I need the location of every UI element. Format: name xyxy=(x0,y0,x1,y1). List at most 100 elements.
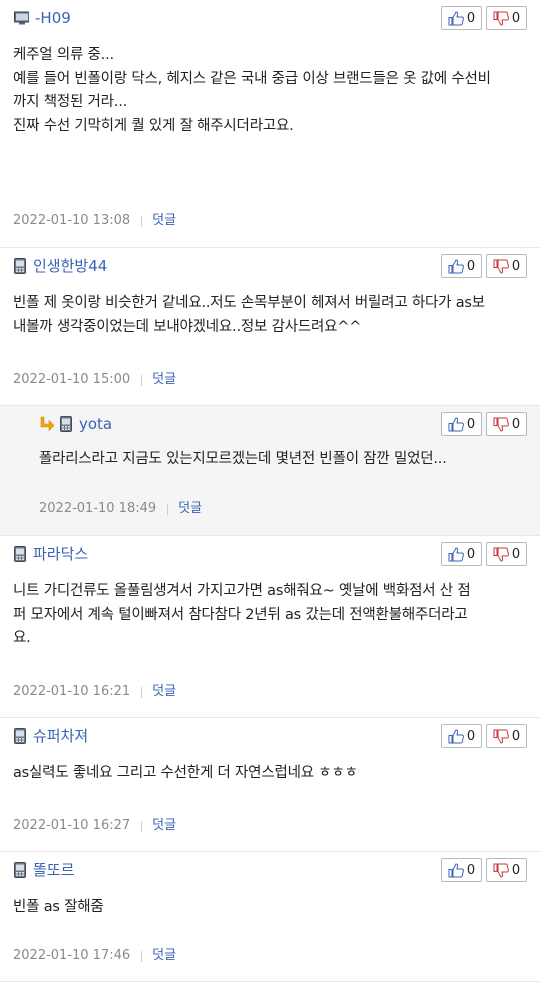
comment-header: 슈퍼차져 xyxy=(13,726,88,746)
comment-date: 2022-01-10 16:27 xyxy=(13,818,131,833)
downvote-count: 0 xyxy=(511,10,521,26)
comment-date: 2022-01-10 17:46 xyxy=(13,948,131,963)
divider xyxy=(141,374,143,386)
thumbs-down-icon xyxy=(493,259,509,274)
comment-meta: 2022-01-10 18:49 덧글 xyxy=(39,501,202,517)
reply-arrow-icon xyxy=(40,416,55,432)
thumbs-down-icon xyxy=(493,547,509,562)
comment-body: 빈폴 as 잘해줌 xyxy=(13,896,528,920)
downvote-count: 0 xyxy=(511,862,521,878)
comment-header: 인생한방44 xyxy=(13,256,107,276)
upvote-button[interactable]: 0 xyxy=(441,254,482,278)
upvote-count: 0 xyxy=(466,862,476,878)
comment-header: -H09 xyxy=(13,8,71,28)
reply-link[interactable]: 덧글 xyxy=(152,818,176,834)
upvote-button[interactable]: 0 xyxy=(441,858,482,882)
comment-body: 니트 가디건류도 올풀림생겨서 가지고가면 as해줘요~ 옛날에 백화점서 산 … xyxy=(13,580,528,651)
downvote-count: 0 xyxy=(511,546,521,562)
upvote-count: 0 xyxy=(466,728,476,744)
comment-body: as실력도 좋네요 그리고 수선한게 더 자연스럽네요 ㅎㅎㅎ xyxy=(13,762,528,786)
comment-line: 빈폴 as 잘해줌 xyxy=(13,899,104,915)
thumbs-up-icon xyxy=(448,546,464,561)
upvote-button[interactable]: 0 xyxy=(441,724,482,748)
comment-line: 니트 가디건류도 올풀림생겨서 가지고가면 as해줘요~ 옛날에 백화점서 산 … xyxy=(13,583,471,599)
downvote-button[interactable]: 0 xyxy=(486,858,527,882)
comment-line: 빈폴 제 옷이랑 비슷한거 같네요..저도 손목부분이 헤져서 버릴려고 하다가… xyxy=(13,295,485,311)
thumbs-down-icon xyxy=(493,417,509,432)
mobile-phone-icon xyxy=(14,258,26,274)
divider xyxy=(141,686,143,698)
comment-item: -H09 0 0 케주얼 의류 중... 예를 들어 빈폴이랑 닥스, 헤지스 … xyxy=(0,0,540,248)
comment-line: 폴라리스라고 지금도 있는지모르겠는데 몇년전 빈폴이 잠깐 밀었던... xyxy=(39,451,447,467)
divider xyxy=(167,503,169,515)
desktop-icon xyxy=(14,11,29,25)
comment-author[interactable]: yota xyxy=(79,414,112,434)
upvote-count: 0 xyxy=(466,10,476,26)
comment-author[interactable]: 슈퍼차져 xyxy=(33,726,88,746)
comment-line: 케주얼 의류 중... xyxy=(13,47,114,63)
reply-link[interactable]: 덧글 xyxy=(152,213,176,229)
upvote-count: 0 xyxy=(466,258,476,274)
upvote-button[interactable]: 0 xyxy=(441,412,482,436)
vote-group: 00 xyxy=(441,724,527,748)
comment-author[interactable]: 파라닥스 xyxy=(33,544,88,564)
comment-body: 케주얼 의류 중... 예를 들어 빈폴이랑 닥스, 헤지스 같은 국내 중급 … xyxy=(13,44,528,138)
vote-group: 00 xyxy=(441,412,527,436)
thumbs-down-icon xyxy=(493,11,509,26)
thumbs-up-icon xyxy=(448,416,464,431)
comment-header: yota xyxy=(39,414,112,434)
comment-meta: 2022-01-10 16:21 덧글 xyxy=(13,684,176,700)
downvote-count: 0 xyxy=(511,416,521,432)
vote-group: 00 xyxy=(441,858,527,882)
comment-line: 내볼까 생각중이었는데 보내야겠네요..정보 감사드려요^^ xyxy=(13,318,362,335)
comment-item: 인생한방44 0 0 빈폴 제 옷이랑 비슷한거 같네요..저도 손목부분이 헤져서 … xyxy=(0,248,540,406)
downvote-button[interactable]: 0 xyxy=(486,542,527,566)
downvote-count: 0 xyxy=(511,258,521,274)
comment-meta: 2022-01-10 13:08 덧글 xyxy=(13,213,176,229)
reply-link[interactable]: 덧글 xyxy=(152,684,176,700)
thumbs-down-icon xyxy=(493,863,509,878)
thumbs-up-icon xyxy=(448,258,464,273)
upvote-button[interactable]: 0 xyxy=(441,542,482,566)
comment-header: 똘또르 xyxy=(13,860,74,880)
thumbs-up-icon xyxy=(448,728,464,743)
mobile-phone-icon xyxy=(14,728,26,744)
downvote-button[interactable]: 0 xyxy=(486,412,527,436)
downvote-button[interactable]: 0 xyxy=(486,254,527,278)
comment-line: 퍼 모자에서 계속 털이빠져서 참다참다 2년뒤 as 갔는데 전액환불해주더라… xyxy=(13,606,468,623)
comment-author[interactable]: -H09 xyxy=(35,8,71,28)
mobile-phone-icon xyxy=(60,416,72,432)
comment-line: 요. xyxy=(13,630,31,646)
thumbs-up-icon xyxy=(448,10,464,25)
upvote-count: 0 xyxy=(466,546,476,562)
comment-item: 똘또르 0 0 빈폴 as 잘해줌 2022-01-10 17:46 덧글 xyxy=(0,852,540,982)
comment-header: 파라닥스 xyxy=(13,544,88,564)
thumbs-up-icon xyxy=(448,862,464,877)
downvote-count: 0 xyxy=(511,728,521,744)
mobile-phone-icon xyxy=(14,546,26,562)
divider xyxy=(141,820,143,832)
comment-author[interactable]: 똘또르 xyxy=(33,860,74,880)
comment-author[interactable]: 인생한방44 xyxy=(33,256,107,276)
reply-link[interactable]: 덧글 xyxy=(178,501,202,517)
comment-list: -H09 0 0 케주얼 의류 중... 예를 들어 빈폴이랑 닥스, 헤지스 … xyxy=(0,0,540,982)
comment-body: 폴라리스라고 지금도 있는지모르겠는데 몇년전 빈폴이 잠깐 밀었던... xyxy=(39,448,528,472)
upvote-button[interactable]: 0 xyxy=(441,6,482,30)
reply-link[interactable]: 덧글 xyxy=(152,948,176,964)
comment-date: 2022-01-10 15:00 xyxy=(13,372,131,387)
comment-date: 2022-01-10 18:49 xyxy=(39,501,157,516)
vote-group: 0 0 xyxy=(441,6,527,30)
reply-link[interactable]: 덧글 xyxy=(152,372,176,388)
comment-body: 빈폴 제 옷이랑 비슷한거 같네요..저도 손목부분이 헤져서 버릴려고 하다가… xyxy=(13,292,528,339)
comment-line: 진짜 수선 기막히게 퀄 있게 잘 해주시더라고요. xyxy=(13,117,294,134)
comment-date: 2022-01-10 16:21 xyxy=(13,684,131,699)
thumbs-down-icon xyxy=(493,729,509,744)
downvote-button[interactable]: 0 xyxy=(486,6,527,30)
downvote-button[interactable]: 0 xyxy=(486,724,527,748)
mobile-phone-icon xyxy=(14,862,26,878)
divider xyxy=(141,950,143,962)
vote-group: 00 xyxy=(441,542,527,566)
comment-date: 2022-01-10 13:08 xyxy=(13,213,131,228)
reply-comment-item: yota 0 0 폴라리스라고 지금도 있는지모르겠는데 몇년전 빈폴이 잠깐 밀었던… xyxy=(0,406,540,536)
comment-line: 까지 책정된 거라... xyxy=(13,94,128,110)
